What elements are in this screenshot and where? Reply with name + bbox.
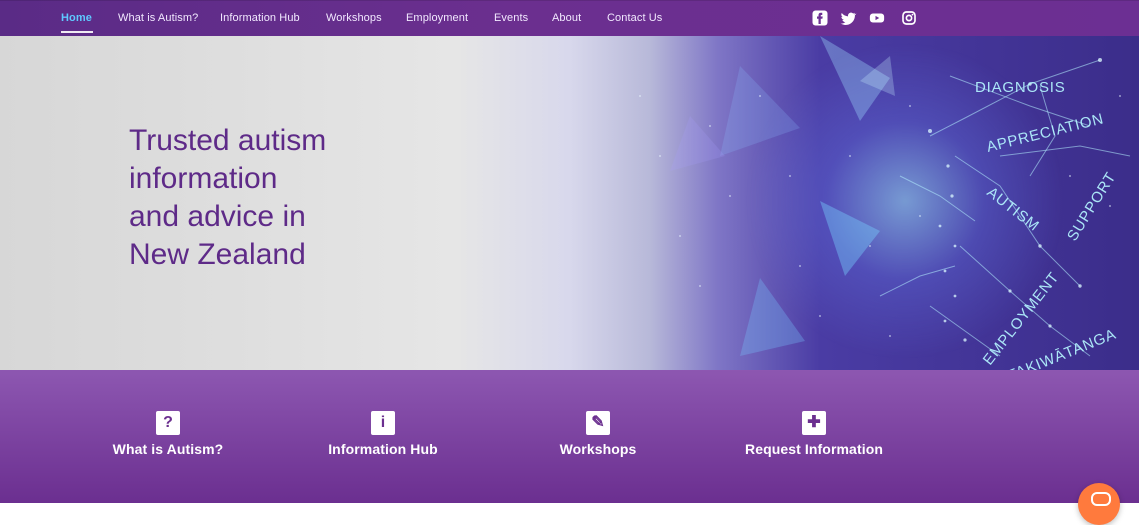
nav-what-is-autism[interactable]: What is Autism?: [118, 0, 198, 36]
overlay-word-support: SUPPORT: [1064, 169, 1120, 244]
feature-label: Workshops: [559, 441, 637, 457]
active-nav-indicator: [61, 31, 93, 33]
feature-request-information[interactable]: ✚ Request Information: [734, 411, 894, 457]
hero-title: Trusted autism information and advice in…: [129, 122, 469, 274]
overlay-word-appreciation: APPRECIATION: [985, 110, 1106, 156]
youtube-icon[interactable]: [868, 9, 886, 27]
overlay-word-autism: AUTISM: [984, 184, 1043, 235]
nav-workshops[interactable]: Workshops: [326, 0, 382, 36]
hero-banner: DIAGNOSIS APPRECIATION AUTISM SUPPORT EM…: [0, 36, 1139, 370]
feature-label: Information Hub: [328, 441, 438, 457]
hero-title-line-1: Trusted autism: [129, 124, 327, 157]
nav-about[interactable]: About: [552, 0, 581, 36]
feature-information-hub[interactable]: i Information Hub: [320, 411, 446, 457]
feature-what-is-autism[interactable]: ? What is Autism?: [108, 411, 228, 457]
hero-title-line-3: and advice in: [129, 200, 306, 233]
nav-events[interactable]: Events: [494, 0, 528, 36]
feature-links-band: ? What is Autism? i Information Hub ✎ Wo…: [0, 370, 1139, 503]
info-icon: i: [371, 411, 395, 435]
nav-contact-us[interactable]: Contact Us: [607, 0, 662, 36]
feature-label: What is Autism?: [112, 441, 224, 457]
question-icon: ?: [156, 411, 180, 435]
hero-title-line-2: information: [129, 162, 278, 195]
top-navigation: Home What is Autism? Information Hub Wor…: [0, 0, 1139, 36]
instagram-icon[interactable]: [900, 9, 918, 27]
nav-employment[interactable]: Employment: [406, 0, 468, 36]
twitter-icon[interactable]: [839, 9, 857, 27]
overlay-word-takiwatanga: TAKIWĀTANGA: [1005, 326, 1119, 370]
facebook-icon[interactable]: [811, 9, 829, 27]
puzzle-icon: ✚: [802, 411, 826, 435]
overlay-word-diagnosis: DIAGNOSIS: [975, 79, 1066, 96]
pencil-icon: ✎: [586, 411, 610, 435]
nav-information-hub[interactable]: Information Hub: [220, 0, 300, 36]
chat-button[interactable]: [1078, 483, 1120, 525]
hero-title-line-4: New Zealand: [129, 238, 306, 271]
feature-workshops[interactable]: ✎ Workshops: [553, 411, 643, 457]
feature-label: Request Information: [744, 441, 884, 457]
